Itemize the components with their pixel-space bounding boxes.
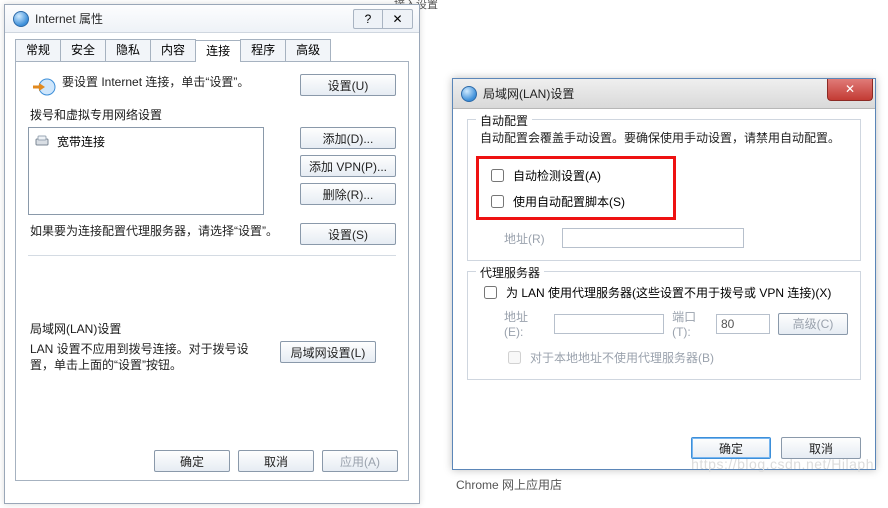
proxy-note: 如果要为连接配置代理服务器，请选择“设置”。 [28, 223, 288, 239]
tab-advanced[interactable]: 高级 [285, 39, 331, 61]
add-button[interactable]: 添加(D)... [300, 127, 396, 149]
setup-intro-text: 要设置 Internet 连接，单击“设置”。 [62, 74, 288, 90]
setup-wizard-icon [28, 74, 62, 98]
connections-listbox[interactable]: 宽带连接 [28, 127, 264, 215]
close-icon: ✕ [845, 82, 855, 96]
settings-button[interactable]: 设置(S) [300, 223, 396, 245]
close-button[interactable]: ✕ [827, 79, 873, 101]
lan-settings-window: 局域网(LAN)设置 ✕ 自动配置 自动配置会覆盖手动设置。要确保使用手动设置，… [452, 78, 876, 470]
proxy-port-input[interactable] [716, 314, 770, 334]
tab-general[interactable]: 常规 [15, 39, 61, 61]
script-address-input[interactable] [562, 228, 744, 248]
address-label: 地址(R) [504, 230, 554, 247]
modem-icon [35, 135, 51, 147]
use-proxy-label: 为 LAN 使用代理服务器(这些设置不用于拨号或 VPN 连接)(X) [506, 284, 831, 301]
bypass-local-checkbox[interactable] [508, 351, 521, 364]
group-legend: 代理服务器 [476, 264, 544, 281]
apply-button[interactable]: 应用(A) [322, 450, 398, 472]
globe-icon [461, 86, 477, 102]
close-button[interactable]: ✕ [383, 9, 413, 29]
list-item-label: 宽带连接 [57, 133, 105, 150]
proxy-address-label: 地址(E): [504, 308, 546, 339]
lan-section-label: 局域网(LAN)设置 [30, 320, 396, 337]
tab-security[interactable]: 安全 [60, 39, 106, 61]
auto-detect-label: 自动检测设置(A) [513, 167, 601, 184]
auto-script-label: 使用自动配置脚本(S) [513, 193, 625, 210]
auto-detect-checkbox[interactable] [491, 169, 504, 182]
proxy-address-input[interactable] [554, 314, 664, 334]
window-title: 局域网(LAN)设置 [483, 85, 574, 102]
dial-section-label: 拨号和虚拟专用网络设置 [30, 106, 396, 123]
bypass-local-label: 对于本地地址不使用代理服务器(B) [530, 349, 714, 366]
auto-script-checkbox[interactable] [491, 195, 504, 208]
proxy-port-label: 端口(T): [672, 308, 708, 339]
ok-button[interactable]: 确定 [154, 450, 230, 472]
setup-button[interactable]: 设置(U) [300, 74, 396, 96]
help-button[interactable]: ? [353, 9, 383, 29]
lan-settings-button[interactable]: 局域网设置(L) [280, 341, 376, 363]
tab-content[interactable]: 内容 [150, 39, 196, 61]
use-proxy-checkbox[interactable] [484, 286, 497, 299]
cancel-button[interactable]: 取消 [238, 450, 314, 472]
add-vpn-button[interactable]: 添加 VPN(P)... [300, 155, 396, 177]
proxy-group: 代理服务器 为 LAN 使用代理服务器(这些设置不用于拨号或 VPN 连接)(X… [467, 271, 861, 380]
auto-config-note: 自动配置会覆盖手动设置。要确保使用手动设置，请禁用自动配置。 [480, 130, 848, 146]
internet-properties-window: Internet 属性 ? ✕ 常规 安全 隐私 内容 连接 程序 高级 要设置… [4, 4, 420, 504]
cancel-button[interactable]: 取消 [781, 437, 861, 459]
connections-panel: 要设置 Internet 连接，单击“设置”。 设置(U) 拨号和虚拟专用网络设… [15, 61, 409, 481]
tab-bar: 常规 安全 隐私 内容 连接 程序 高级 [5, 33, 419, 61]
titlebar[interactable]: Internet 属性 ? ✕ [5, 5, 419, 33]
auto-config-group: 自动配置 自动配置会覆盖手动设置。要确保使用手动设置，请禁用自动配置。 自动检测… [467, 119, 861, 261]
advanced-button[interactable]: 高级(C) [778, 313, 848, 335]
highlight-box: 自动检测设置(A) 使用自动配置脚本(S) [476, 156, 676, 220]
chrome-store-text: Chrome 网上应用店 [456, 476, 562, 493]
tab-programs[interactable]: 程序 [240, 39, 286, 61]
separator [28, 255, 396, 256]
ok-button[interactable]: 确定 [691, 437, 771, 459]
lan-note: LAN 设置不应用到拨号连接。对于拨号设置，单击上面的“设置”按钮。 [28, 341, 268, 373]
globe-icon [13, 11, 29, 27]
titlebar[interactable]: 局域网(LAN)设置 ✕ [453, 79, 875, 109]
tab-connections[interactable]: 连接 [195, 40, 241, 62]
group-legend: 自动配置 [476, 112, 532, 129]
window-title: Internet 属性 [35, 10, 103, 27]
remove-button[interactable]: 删除(R)... [300, 183, 396, 205]
tab-privacy[interactable]: 隐私 [105, 39, 151, 61]
list-item[interactable]: 宽带连接 [35, 132, 257, 150]
